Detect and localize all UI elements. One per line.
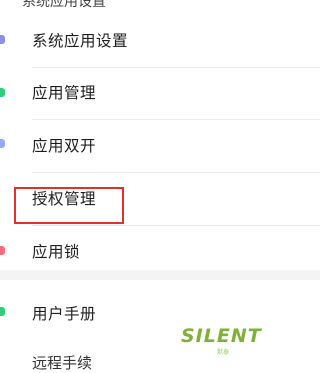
section-gap: [0, 270, 320, 280]
authorization-icon: [0, 193, 5, 202]
highlight-box: [14, 187, 124, 224]
menu-item-label: 应用管理: [32, 84, 97, 102]
menu-item-user-manual[interactable]: 用户手册: [0, 288, 320, 340]
menu-item-label: 用户手册: [32, 305, 97, 323]
app-lock-icon: [0, 246, 5, 255]
user-manual-icon: [0, 307, 5, 316]
menu-item-label: 应用锁: [32, 243, 81, 261]
app-manage-icon: [0, 88, 5, 97]
watermark: SILENT 默泰: [181, 325, 263, 359]
watermark-title: SILENT: [181, 325, 262, 347]
watermark-subtitle: 默泰: [217, 349, 230, 356]
menu-item-label: 应用双开: [32, 137, 97, 155]
menu-item-dual-app[interactable]: 应用双开: [0, 120, 320, 172]
menu-item-label: 系统应用设置: [32, 32, 129, 50]
dual-app-icon: [0, 139, 5, 148]
menu-item-app-management[interactable]: 应用管理: [0, 68, 320, 120]
top-partial-title: 系统应用设置: [22, 0, 106, 10]
settings-icon: [0, 35, 5, 44]
menu-item-system-settings[interactable]: 系统应用设置: [0, 16, 320, 68]
bottom-partial-item: 远程手续: [32, 354, 93, 372]
